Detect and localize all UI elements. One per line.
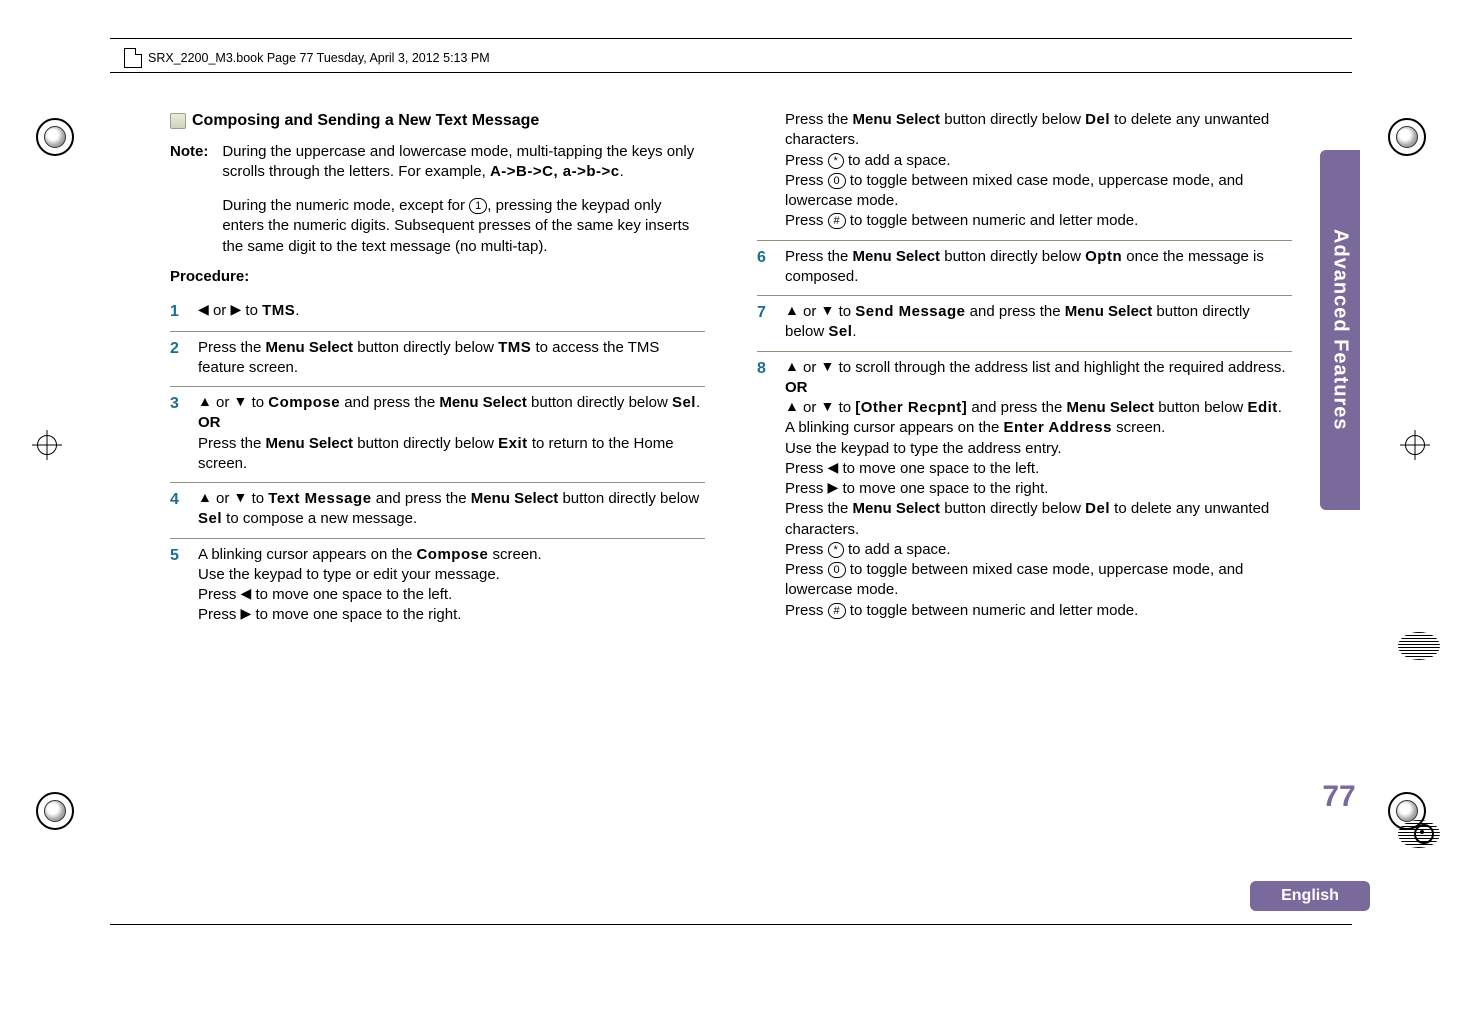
steps-right: 6 Press the Menu Select button directly b… [757, 241, 1292, 629]
note-para-2: During the numeric mode, except for 1, p… [222, 196, 705, 257]
procedure-step: 5 A blinking cursor appears on the Compos… [170, 539, 705, 634]
note-text: During the numeric mode, except for [222, 197, 469, 214]
header-rule [110, 72, 1352, 73]
step-number: 5 [170, 545, 186, 567]
step-number: 8 [757, 358, 773, 380]
step-number: 3 [170, 393, 186, 415]
procedure-step: 3 ▲ or ▼ to Compose and press the Menu Se… [170, 387, 705, 483]
step-body: ▲ or ▼ to Text Message and press the Men… [198, 489, 705, 530]
procedure-step: 2 Press the Menu Select button directly b… [170, 332, 705, 388]
procedure-step: 4 ▲ or ▼ to Text Message and press the Me… [170, 483, 705, 539]
note-sequence: A->B->C, a->b->c [490, 163, 620, 180]
right-column: Press the Menu Select button directly be… [757, 110, 1292, 873]
step-body: ◀ or ▶ to TMS. [198, 301, 705, 321]
procedure-step: 7 ▲ or ▼ to Send Message and press the Me… [757, 296, 1292, 352]
page: SRX_2200_M3.book Page 77 Tuesday, April … [0, 0, 1462, 1013]
note-text: . [620, 163, 624, 180]
procedure-step: 1 ◀ or ▶ to TMS. [170, 295, 705, 332]
dot-emblem-icon [1414, 824, 1434, 844]
book-icon [170, 113, 186, 129]
step-body: ▲ or ▼ to Compose and press the Menu Sel… [198, 393, 705, 474]
procedure-step: 8 ▲ or ▼ to scroll through the address li… [757, 352, 1292, 629]
step-number: 1 [170, 301, 186, 323]
step-body: ▲ or ▼ to scroll through the address lis… [785, 358, 1292, 621]
header-rule [110, 38, 1352, 39]
note-body: During the uppercase and lowercase mode,… [222, 142, 705, 257]
note-para-1: During the uppercase and lowercase mode,… [222, 142, 705, 183]
registration-mark-icon [1400, 430, 1430, 460]
step-body: A blinking cursor appears on the Compose… [198, 545, 705, 626]
footer-rule [110, 924, 1352, 925]
language-pill: English [1250, 881, 1370, 911]
step-body: ▲ or ▼ to Send Message and press the Men… [785, 302, 1292, 343]
keypad-1-icon: 1 [469, 198, 487, 214]
binder-ring-icon [1388, 118, 1426, 156]
step-number: 6 [757, 247, 773, 269]
step-5-continued: Press the Menu Select button directly be… [757, 110, 1292, 240]
section-heading: Composing and Sending a New Text Message [170, 110, 705, 132]
procedure-step: 6 Press the Menu Select button directly b… [757, 241, 1292, 297]
section-title: Composing and Sending a New Text Message [192, 110, 539, 132]
steps-left: 1 ◀ or ▶ to TMS. 2 Press the Menu Select bu… [170, 295, 705, 634]
page-number: 77 [1318, 780, 1360, 814]
hatch-emblem-icon [1398, 632, 1440, 660]
step-body: Press the Menu Select button directly be… [785, 110, 1292, 232]
registration-mark-icon [32, 430, 62, 460]
left-column: Composing and Sending a New Text Message… [170, 110, 705, 873]
step-number: 4 [170, 489, 186, 511]
binder-ring-icon [36, 118, 74, 156]
section-tab: Advanced Features [1320, 150, 1360, 510]
note-block: Note: During the uppercase and lowercase… [170, 142, 705, 257]
step-body: Press the Menu Select button directly be… [198, 338, 705, 379]
step-number: 7 [757, 302, 773, 324]
content-area: Composing and Sending a New Text Message… [170, 110, 1292, 873]
header-text: SRX_2200_M3.book Page 77 Tuesday, April … [148, 51, 490, 65]
page-icon [124, 48, 142, 68]
procedure-label: Procedure: [170, 267, 705, 287]
binder-ring-icon [36, 792, 74, 830]
step-number: 2 [170, 338, 186, 360]
step-body: Press the Menu Select button directly be… [785, 247, 1292, 288]
note-label: Note: [170, 142, 208, 162]
header-info: SRX_2200_M3.book Page 77 Tuesday, April … [124, 48, 490, 68]
